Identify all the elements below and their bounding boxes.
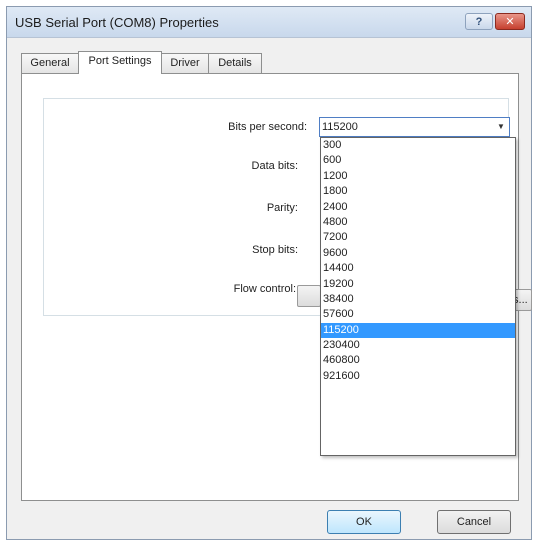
dropdown-option[interactable]: 4800 xyxy=(321,215,515,230)
dropdown-option[interactable]: 19200 xyxy=(321,277,515,292)
bits-per-second-select[interactable]: 115200 ▼ xyxy=(319,117,510,137)
close-button[interactable]: ✕ xyxy=(495,13,525,30)
tab-general[interactable]: General xyxy=(21,53,79,73)
dropdown-option[interactable]: 600 xyxy=(321,153,515,168)
advanced-button-edge[interactable] xyxy=(297,285,321,307)
bits-per-second-label: Bits per second: xyxy=(228,121,307,133)
stop-bits-label: Stop bits: xyxy=(252,244,298,256)
tab-port-settings[interactable]: Port Settings xyxy=(78,51,162,74)
parity-label: Parity: xyxy=(266,202,298,214)
port-settings-panel: Bits per second: 115200 ▼ Data bits: Par… xyxy=(21,73,532,501)
help-button[interactable]: ? xyxy=(465,13,493,30)
bits-per-second-dropdown[interactable]: 300 600 1200 1800 2400 4800 7200 9600 14400 19200… xyxy=(320,137,516,456)
dropdown-option[interactable]: 300 xyxy=(321,138,515,153)
dropdown-option[interactable]: 2400 xyxy=(321,200,515,215)
dropdown-option[interactable]: 115200 xyxy=(321,322,515,339)
dropdown-option[interactable]: 921600 xyxy=(321,369,515,384)
dropdown-option[interactable]: 7200 xyxy=(321,230,515,245)
dropdown-option[interactable]: 460800 xyxy=(321,353,515,368)
window-title: USB Serial Port (COM8) Properties xyxy=(15,15,219,30)
dropdown-option[interactable]: 1200 xyxy=(321,169,515,184)
properties-dialog: USB Serial Port (COM8) Properties ? ✕ Ge… xyxy=(6,6,532,540)
dropdown-option[interactable]: 57600 xyxy=(321,307,515,322)
dropdown-option[interactable]: 14400 xyxy=(321,261,515,276)
dropdown-option[interactable]: 38400 xyxy=(321,292,515,307)
tab-details[interactable]: Details xyxy=(208,53,262,73)
tab-driver[interactable]: Driver xyxy=(161,53,209,73)
flow-control-label: Flow control: xyxy=(233,283,296,295)
ok-button[interactable]: OK xyxy=(327,510,401,534)
data-bits-label: Data bits: xyxy=(251,160,298,172)
cancel-button[interactable]: Cancel xyxy=(437,510,511,534)
bits-per-second-value: 115200 xyxy=(322,121,358,133)
title-bar[interactable]: USB Serial Port (COM8) Properties ? ✕ xyxy=(7,7,531,38)
dropdown-option[interactable]: 9600 xyxy=(321,246,515,261)
dropdown-option[interactable]: 230400 xyxy=(321,338,515,353)
dropdown-option[interactable]: 1800 xyxy=(321,184,515,199)
dropdown-arrow-icon[interactable]: ▼ xyxy=(496,121,506,133)
